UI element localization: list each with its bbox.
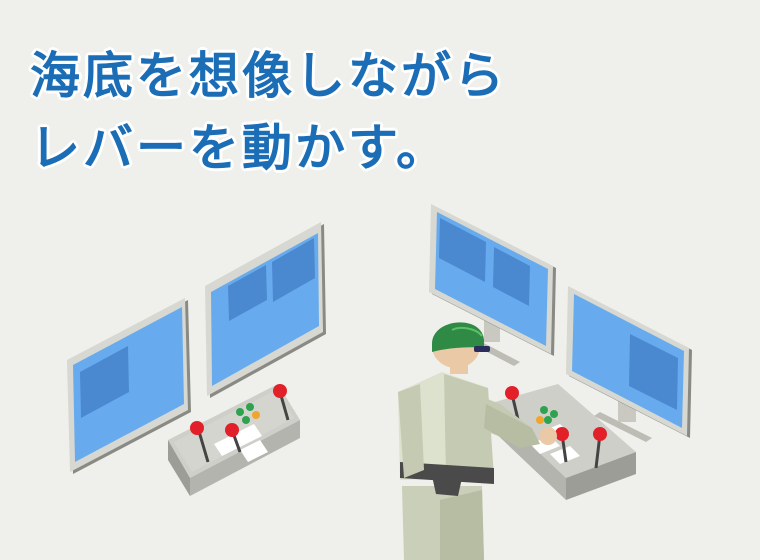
control-room-art — [67, 204, 692, 560]
left-monitor-back-icon — [205, 222, 326, 398]
illustration-scene: 海底を想像しながら レバーを動かす。 — [0, 0, 760, 560]
operator-figure-icon — [398, 322, 557, 560]
